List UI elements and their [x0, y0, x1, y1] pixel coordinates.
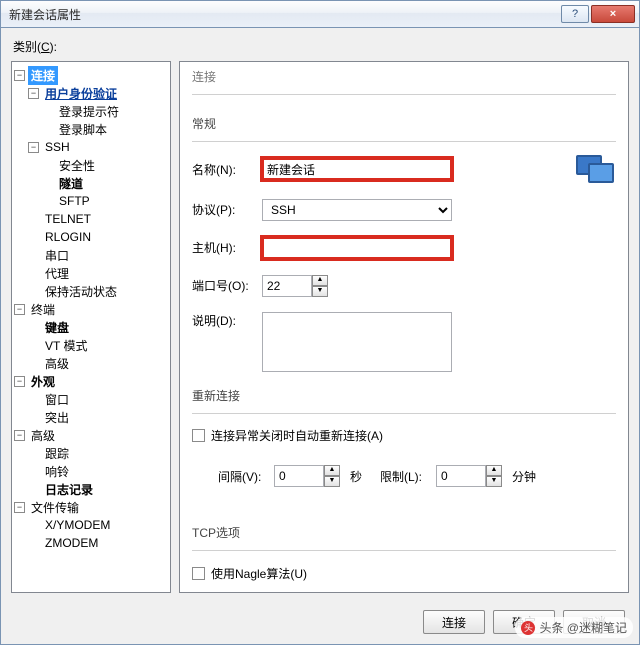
- port-label: 端口号(O):: [192, 277, 262, 294]
- interval-label: 间隔(V):: [218, 468, 274, 485]
- name-input[interactable]: [262, 158, 452, 180]
- tree-login-script[interactable]: 登录脚本: [56, 120, 110, 139]
- desc-label: 说明(D):: [192, 312, 262, 329]
- tree-telnet[interactable]: TELNET: [42, 211, 94, 227]
- section-general: 常规: [192, 115, 616, 132]
- tree-auth[interactable]: 用户身份验证: [42, 84, 120, 103]
- collapse-icon[interactable]: −: [14, 70, 25, 81]
- limit-spinner[interactable]: ▲▼: [436, 465, 502, 487]
- tree-adv-t[interactable]: 高级: [42, 354, 72, 373]
- nagle-label: 使用Nagle算法(U): [211, 565, 307, 582]
- category-tree[interactable]: −连接 −用户身份验证 登录提示符 登录脚本 −SSH 安: [11, 61, 171, 593]
- desc-input[interactable]: [262, 312, 452, 372]
- nagle-checkbox[interactable]: 使用Nagle算法(U): [192, 565, 616, 582]
- connect-button[interactable]: 连接: [423, 610, 485, 634]
- interval-spinner[interactable]: ▲▼: [274, 465, 340, 487]
- category-label: 类别(C):: [13, 38, 629, 55]
- spin-down-icon[interactable]: ▼: [324, 476, 340, 487]
- window-title: 新建会话属性: [9, 6, 559, 23]
- spin-up-icon[interactable]: ▲: [324, 465, 340, 476]
- tree-ssh[interactable]: SSH: [42, 139, 73, 155]
- help-button[interactable]: ?: [561, 5, 589, 23]
- section-reconnect: 重新连接: [192, 387, 616, 404]
- protocol-label: 协议(P):: [192, 201, 262, 218]
- tree-appearance[interactable]: 外观: [28, 372, 58, 391]
- tree-trace[interactable]: 跟踪: [42, 444, 72, 463]
- dialog-body: 类别(C): −连接 −用户身份验证 登录提示符 登录脚本: [0, 28, 640, 645]
- tree-xymodem[interactable]: X/YMODEM: [42, 517, 113, 533]
- tree-log[interactable]: 日志记录: [42, 480, 96, 499]
- ok-button[interactable]: 确定: [493, 610, 555, 634]
- tree-security[interactable]: 安全性: [56, 156, 98, 175]
- spin-up-icon[interactable]: ▲: [486, 465, 502, 476]
- collapse-icon[interactable]: −: [28, 88, 39, 99]
- collapse-icon[interactable]: −: [14, 430, 25, 441]
- connection-icon: [576, 149, 616, 189]
- tree-rlogin[interactable]: RLOGIN: [42, 229, 94, 245]
- protocol-select[interactable]: SSH: [262, 199, 452, 221]
- tree-advanced[interactable]: 高级: [28, 426, 58, 445]
- tree-highlight[interactable]: 突出: [42, 408, 72, 427]
- settings-pane: 连接 常规 名称(N): 协议(P): SSH 主机(H): 端口号(O):: [179, 61, 629, 593]
- collapse-icon[interactable]: −: [14, 376, 25, 387]
- checkbox-box-icon: [192, 429, 205, 442]
- tree-tunnel[interactable]: 隧道: [56, 174, 86, 193]
- tree-terminal[interactable]: 终端: [28, 300, 58, 319]
- limit-unit: 分钟: [512, 468, 536, 485]
- tree-file-transfer[interactable]: 文件传输: [28, 498, 82, 517]
- collapse-icon[interactable]: −: [28, 142, 39, 153]
- port-input[interactable]: [262, 275, 312, 297]
- host-input[interactable]: [262, 237, 452, 259]
- spin-down-icon[interactable]: ▼: [486, 476, 502, 487]
- auto-reconnect-label: 连接异常关闭时自动重新连接(A): [211, 427, 383, 444]
- dialog-buttons: 连接 确定 取消: [423, 610, 625, 634]
- checkbox-box-icon: [192, 567, 205, 580]
- auto-reconnect-checkbox[interactable]: 连接异常关闭时自动重新连接(A): [192, 427, 616, 444]
- port-spinner[interactable]: ▲▼: [262, 275, 328, 297]
- tree-login-prompt[interactable]: 登录提示符: [56, 102, 122, 121]
- tree-keepalive[interactable]: 保持活动状态: [42, 282, 120, 301]
- collapse-icon[interactable]: −: [14, 304, 25, 315]
- tree-zmodem[interactable]: ZMODEM: [42, 535, 101, 551]
- tree-window[interactable]: 窗口: [42, 390, 72, 409]
- section-tcp: TCP选项: [192, 524, 616, 541]
- interval-unit: 秒: [350, 468, 362, 485]
- close-button[interactable]: ×: [591, 5, 635, 23]
- name-label: 名称(N):: [192, 161, 262, 178]
- host-label: 主机(H):: [192, 239, 262, 256]
- limit-label: 限制(L):: [380, 468, 436, 485]
- collapse-icon[interactable]: −: [14, 502, 25, 513]
- cancel-button[interactable]: 取消: [563, 610, 625, 634]
- spin-down-icon[interactable]: ▼: [312, 286, 328, 297]
- tree-keyboard[interactable]: 键盘: [42, 318, 72, 337]
- tree-bell[interactable]: 响铃: [42, 462, 72, 481]
- tree-sftp[interactable]: SFTP: [56, 193, 93, 209]
- pane-title: 连接: [192, 68, 616, 85]
- spin-up-icon[interactable]: ▲: [312, 275, 328, 286]
- title-bar: 新建会话属性 ? ×: [0, 0, 640, 28]
- tree-serial[interactable]: 串口: [42, 246, 72, 265]
- tree-connection[interactable]: 连接: [28, 66, 58, 85]
- tree-vt[interactable]: VT 模式: [42, 336, 90, 355]
- interval-input[interactable]: [274, 465, 324, 487]
- tree-proxy[interactable]: 代理: [42, 264, 72, 283]
- limit-input[interactable]: [436, 465, 486, 487]
